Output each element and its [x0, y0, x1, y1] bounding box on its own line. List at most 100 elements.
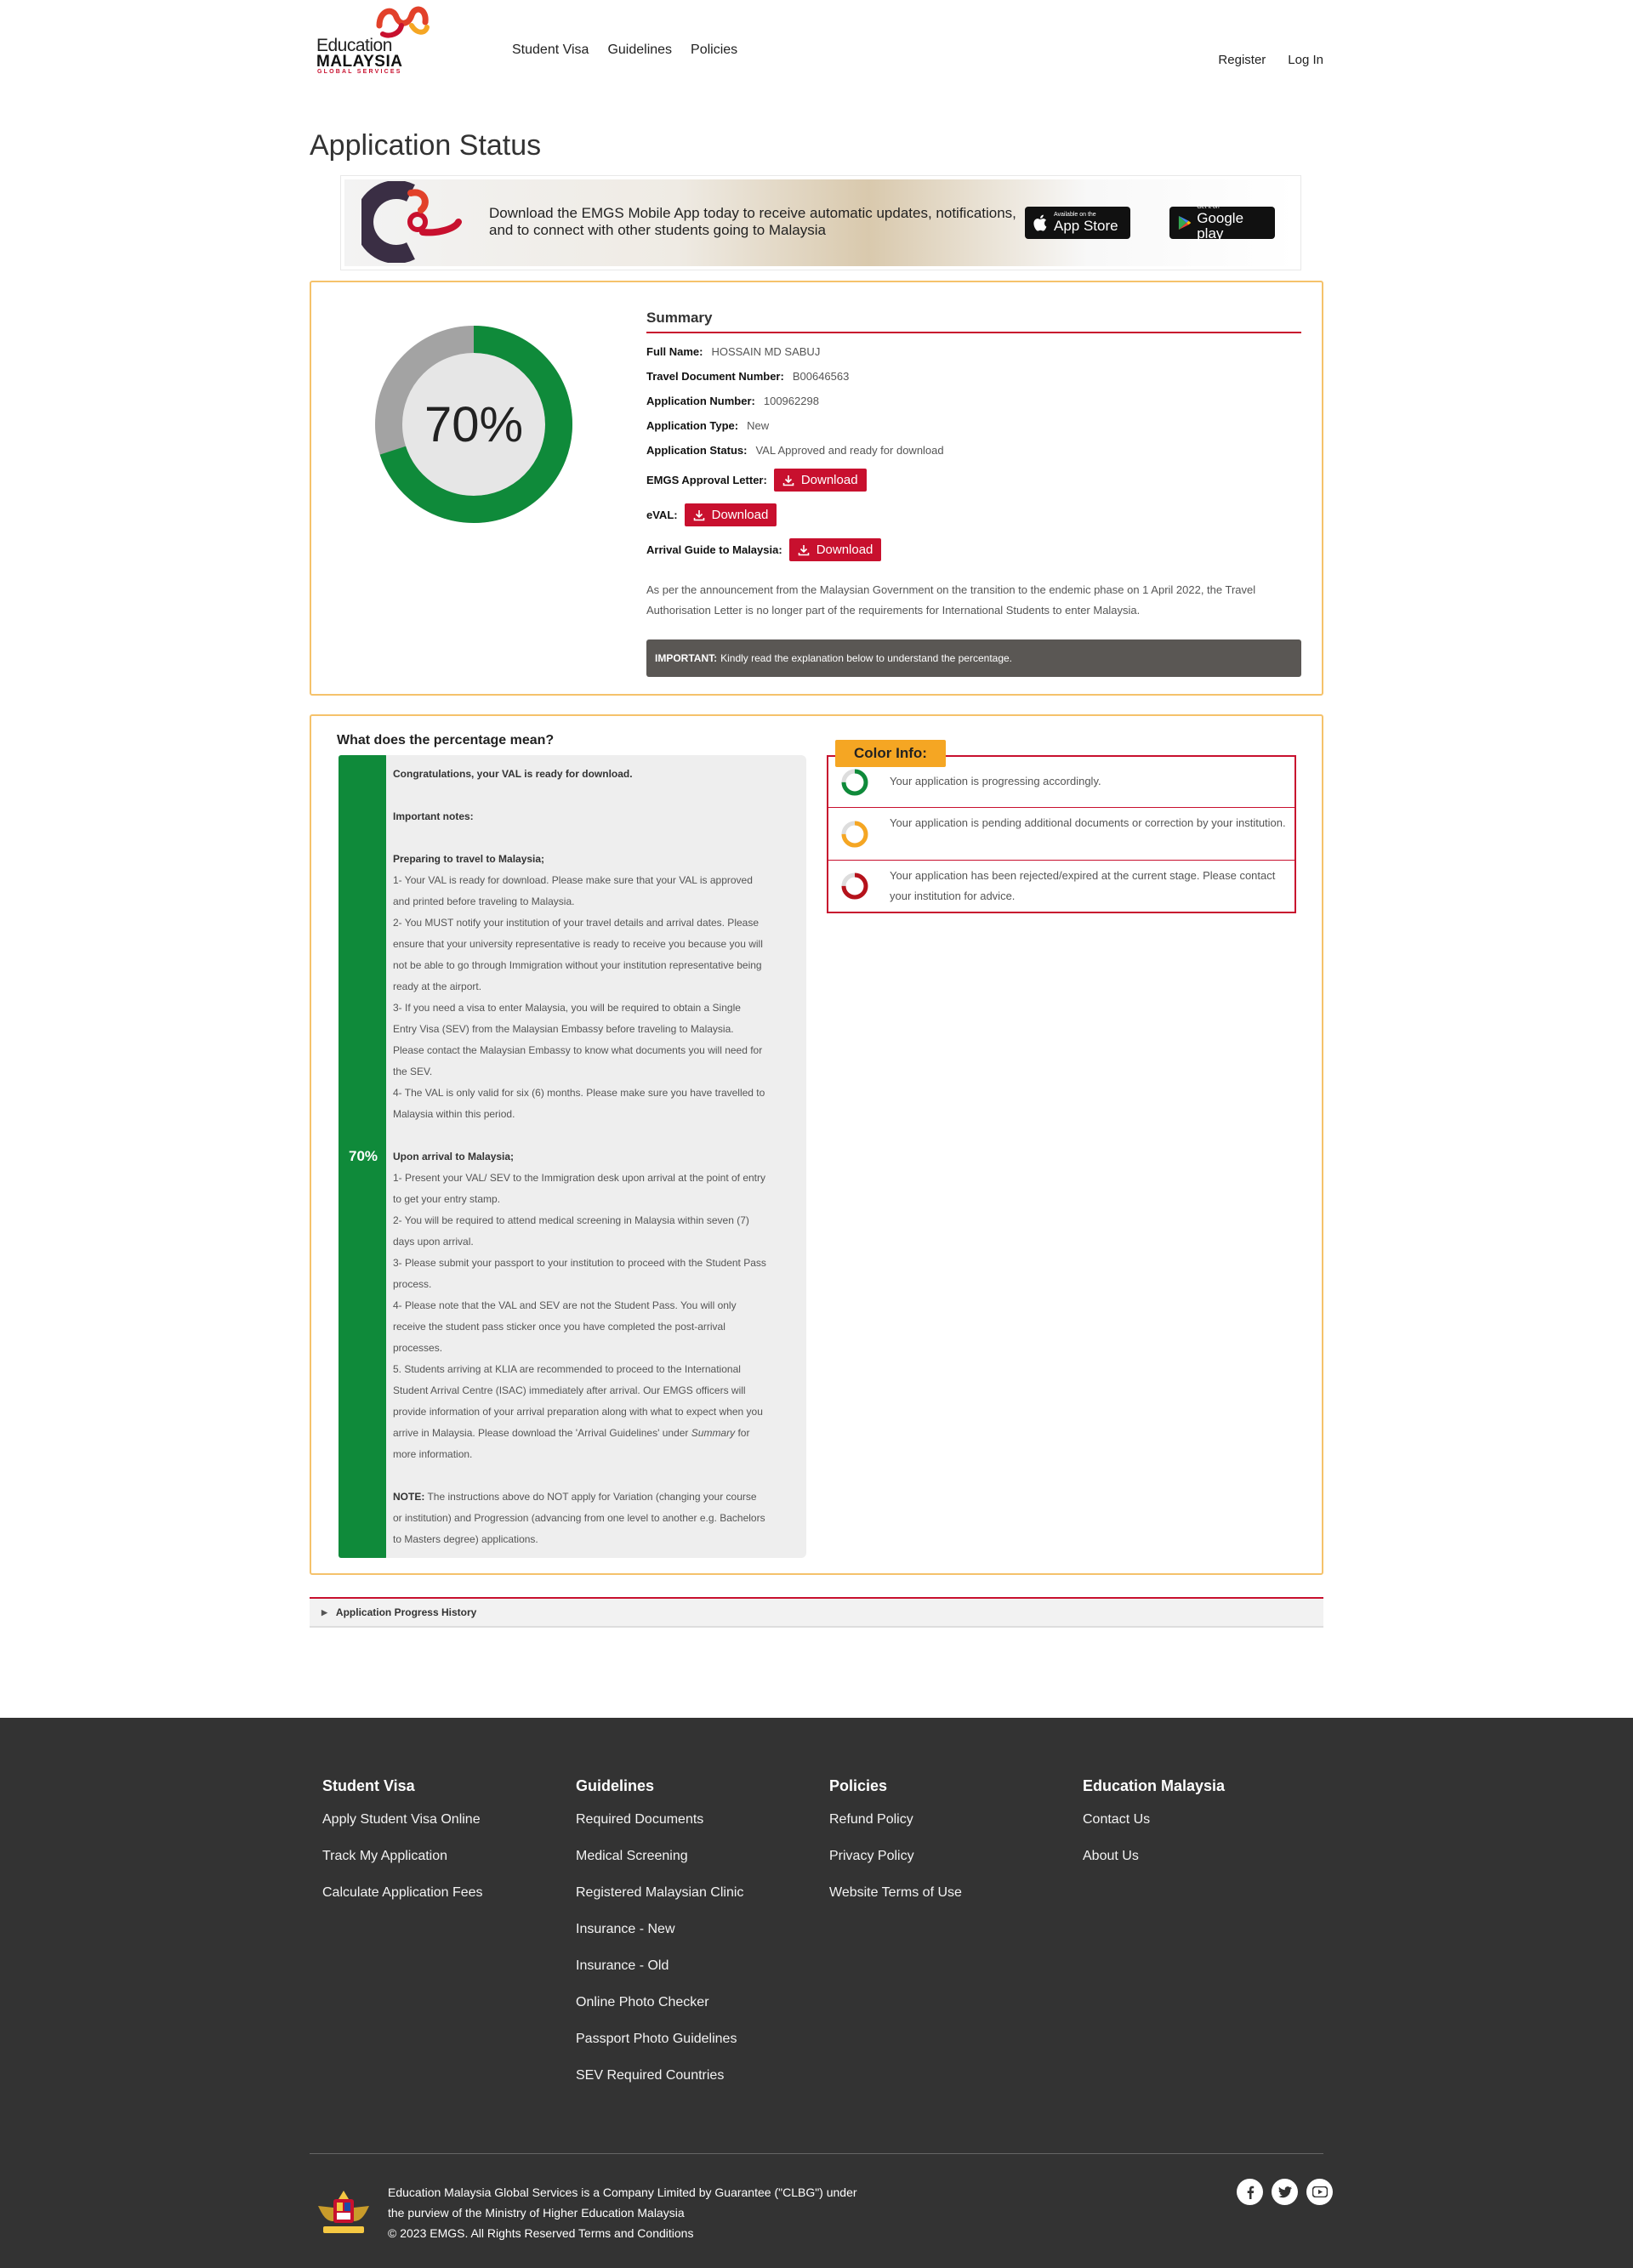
arrival-line: 2- You will be required to attend medica…: [393, 1214, 749, 1226]
social-links: [1237, 2179, 1333, 2205]
red-ring-icon: [841, 873, 868, 900]
preparing-line: Please contact the Malaysian Embassy to …: [393, 1044, 763, 1056]
footer-link[interactable]: Refund Policy: [829, 1812, 962, 1849]
footer-divider: [310, 2153, 1323, 2154]
percentage-notes: Congratulations, your VAL is ready for d…: [386, 755, 806, 1558]
download-button-label: Download: [711, 508, 769, 522]
preparing-line: 3- If you need a visa to enter Malaysia,…: [393, 1002, 741, 1014]
mobile-app-banner[interactable]: Download the EMGS Mobile App today to re…: [340, 175, 1301, 270]
field-label: Travel Document Number: [646, 370, 781, 383]
twitter-icon[interactable]: [1272, 2179, 1298, 2205]
preparing-line: the SEV.: [393, 1066, 433, 1077]
important-notice: IMPORTANT: Kindly read the explanation b…: [646, 639, 1301, 677]
field-travel-document-number: Travel Document Number: B00646563: [646, 370, 850, 383]
field-application-type: Application Type: New: [646, 419, 770, 432]
app-store-big: App Store: [1054, 218, 1118, 234]
google-play-icon: [1178, 215, 1192, 230]
endemic-announcement: As per the announcement from the Malaysi…: [646, 583, 1256, 617]
summary-details: Summary Full Name: HOSSAIN MD SABUJ Trav…: [646, 310, 1301, 677]
download-approval-letter-button[interactable]: Download: [773, 469, 867, 492]
footer-link[interactable]: SEV Required Countries: [576, 2068, 743, 2105]
youtube-icon[interactable]: [1306, 2179, 1333, 2205]
footer-link[interactable]: Medical Screening: [576, 1849, 743, 1885]
color-info-text: Your application is pending additional d…: [890, 816, 1286, 829]
accordion-label: Application Progress History: [335, 1606, 477, 1618]
percentage-status-bar: 70%: [339, 755, 388, 1558]
application-progress-history-toggle[interactable]: ▶ Application Progress History: [310, 1597, 1323, 1628]
arrival-line: more information.: [393, 1448, 473, 1460]
nav-guidelines[interactable]: Guidelines: [607, 43, 672, 58]
malaysia-coat-of-arms-icon: [318, 2191, 369, 2233]
footer-link[interactable]: Track My Application: [322, 1849, 483, 1885]
footer-col-title: Student Visa: [322, 1777, 415, 1794]
arrival-line: Student Arrival Centre (ISAC) immediatel…: [393, 1384, 746, 1396]
footer-link[interactable]: Registered Malaysian Clinic: [576, 1885, 743, 1922]
preparing-line: ready at the airport.: [393, 981, 482, 992]
preparing-line: not be able to go through Immigration wi…: [393, 959, 762, 971]
footer-col-guidelines: Guidelines Required Documents Medical Sc…: [576, 1777, 743, 2105]
education-malaysia-logo[interactable]: Education MALAYSIA GLOBAL SERVICES: [316, 0, 430, 78]
download-eval-button[interactable]: Download: [684, 503, 777, 526]
color-info-row-progressing: Your application is progressing accordin…: [828, 757, 1294, 808]
caret-right-icon: ▶: [321, 1607, 327, 1617]
field-label: Full Name: [646, 345, 700, 358]
footer-col-education-malaysia: Education Malaysia Contact Us About Us: [1083, 1777, 1225, 1885]
footer-link[interactable]: Passport Photo Guidelines: [576, 2032, 743, 2068]
footer-link[interactable]: Privacy Policy: [829, 1849, 962, 1885]
download-button-label: Download: [816, 543, 873, 557]
app-store-labels: Available on the App Store: [1054, 212, 1118, 234]
download-arrival-guide-button[interactable]: Download: [788, 538, 882, 561]
footer-link[interactable]: Insurance - Old: [576, 1958, 743, 1995]
percentage-title: What does the percentage mean?: [337, 733, 555, 747]
important-notes-heading: Important notes:: [393, 810, 474, 822]
footer-col-policies: Policies Refund Policy Privacy Policy We…: [829, 1777, 962, 1922]
nav-student-visa[interactable]: Student Visa: [512, 43, 589, 58]
emgs-logo-mark-icon: [376, 6, 430, 38]
footer-legal-line: the purview of the Ministry of Higher Ed…: [388, 2206, 685, 2220]
register-link[interactable]: Register: [1218, 53, 1266, 67]
field-value: B00646563: [792, 370, 850, 383]
footer-link[interactable]: Website Terms of Use: [829, 1885, 962, 1922]
facebook-icon[interactable]: [1237, 2179, 1263, 2205]
preparing-line: ensure that your university representati…: [393, 938, 763, 950]
footer-link[interactable]: Contact Us: [1083, 1812, 1225, 1849]
arrival-line: receive the student pass sticker once yo…: [393, 1321, 725, 1333]
footer-link[interactable]: Online Photo Checker: [576, 1995, 743, 2032]
color-info-text: Your application is progressing accordin…: [890, 775, 1101, 787]
download-icon: [782, 475, 794, 486]
auth-links: Register Log In: [1218, 53, 1323, 67]
field-label: Application Status: [646, 444, 744, 457]
note-line: NOTE: The instructions above do NOT appl…: [393, 1491, 757, 1503]
arrival-line: days upon arrival.: [393, 1236, 474, 1248]
field-value: New: [747, 419, 770, 432]
footer-link[interactable]: About Us: [1083, 1849, 1225, 1885]
percentage-bar-label: 70%: [348, 1148, 378, 1164]
nav-policies[interactable]: Policies: [691, 43, 737, 58]
arrival-line: to get your entry stamp.: [393, 1193, 501, 1205]
app-store-button[interactable]: Available on the App Store: [1025, 207, 1130, 239]
download-eval-row: eVAL: Download: [646, 503, 1301, 526]
color-info-row-rejected: Your application has been rejected/expir…: [828, 861, 1294, 912]
footer-link[interactable]: Insurance - New: [576, 1922, 743, 1958]
footer-link[interactable]: Apply Student Visa Online: [322, 1812, 483, 1849]
color-info-text: Your application has been rejected/expir…: [890, 869, 1276, 902]
footer-legal-line: Education Malaysia Global Services is a …: [388, 2186, 857, 2199]
summary-title: Summary: [646, 310, 1301, 333]
login-link[interactable]: Log In: [1288, 53, 1323, 67]
footer-link[interactable]: Required Documents: [576, 1812, 743, 1849]
footer-legal-line: © 2023 EMGS. All Rights Reserved Terms a…: [388, 2226, 694, 2240]
arrival-heading: Upon arrival to Malaysia;: [393, 1151, 515, 1162]
google-play-button[interactable]: Get it on Google play: [1169, 204, 1275, 242]
color-info-row-pending: Your application is pending additional d…: [828, 808, 1294, 861]
field-label: Application Type: [646, 419, 735, 432]
page-container: Education MALAYSIA GLOBAL SERVICES Stude…: [310, 0, 1323, 1628]
footer-link[interactable]: Calculate Application Fees: [322, 1885, 483, 1922]
field-full-name: Full Name: HOSSAIN MD SABUJ: [646, 345, 821, 358]
field-value: 100962298: [763, 395, 819, 407]
orange-ring-icon: [841, 821, 868, 848]
note-line: to Masters degree) applications.: [393, 1533, 538, 1545]
site-header: Education MALAYSIA GLOBAL SERVICES Stude…: [310, 0, 1323, 94]
download-button-label: Download: [800, 473, 858, 487]
logo-text-line3: GLOBAL SERVICES: [317, 69, 402, 75]
arrival-line-summary: arrive in Malaysia. Please download the …: [393, 1427, 750, 1439]
